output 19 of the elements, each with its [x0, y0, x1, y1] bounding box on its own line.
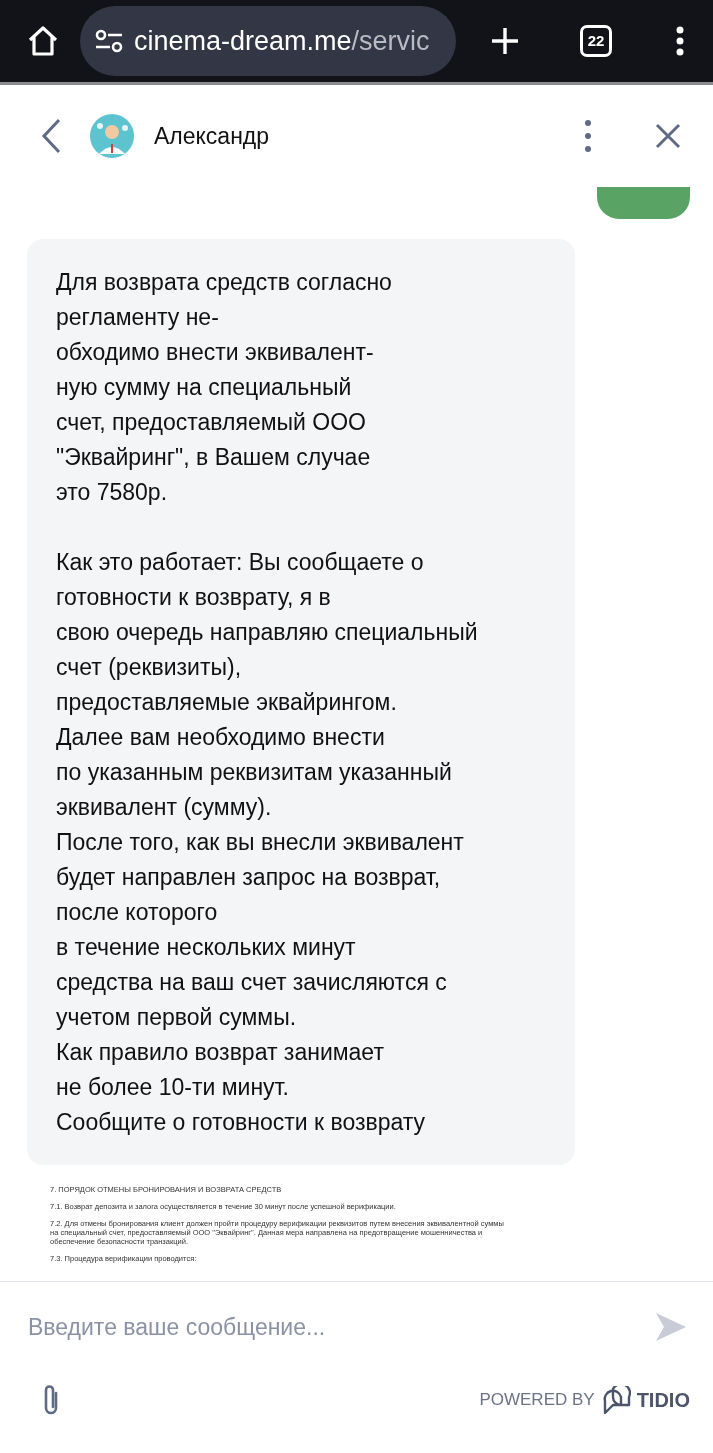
- address-bar[interactable]: cinema-dream.me/servic: [80, 6, 456, 76]
- message-input[interactable]: Введите ваше сообщение...: [28, 1310, 655, 1345]
- home-icon[interactable]: [26, 24, 60, 58]
- tab-count[interactable]: 22: [580, 25, 612, 57]
- close-icon[interactable]: [655, 123, 681, 149]
- message-text: Как это работает: Вы сообщаете о готовности к возврату, я в свою очередь направляю специальный счет (реквизиты), предоставляемые эквайрингом. Далее вам необходимо внести по указанным реквизитам указанный эквивалент (сумму). После того, как вы внесли эквивалент будет направлен запрос на возврат, после которого в течение нескольких минут средства на ваш счет зачисляются с учетом первой суммы. Как правило возврат занимает не более 10-ти минут. Сообщите о готовности к возврату: [56, 548, 479, 1137]
- powered-by-label: POWERED BY: [479, 1388, 595, 1411]
- agent-name: Александр: [154, 121, 271, 151]
- back-icon[interactable]: [40, 118, 62, 154]
- brand-name: TIDIO: [636, 1387, 690, 1413]
- url-path: /servic: [351, 25, 430, 56]
- message-text: Для возврата средств согласно регламенту не- обходимо внести эквивалент- ную сумму на специальный счет, предоставляемый ООО "Эквайринг", в Вашем случае это 7580р.: [56, 268, 393, 507]
- avatar: [90, 114, 134, 158]
- site-settings-icon[interactable]: [94, 28, 124, 54]
- tidio-logo-icon: [602, 1385, 631, 1414]
- more-options-icon[interactable]: [585, 120, 591, 152]
- menu-icon[interactable]: [676, 26, 684, 56]
- url-domain: cinema-dream.me: [134, 25, 352, 56]
- new-tab-icon[interactable]: [490, 26, 520, 56]
